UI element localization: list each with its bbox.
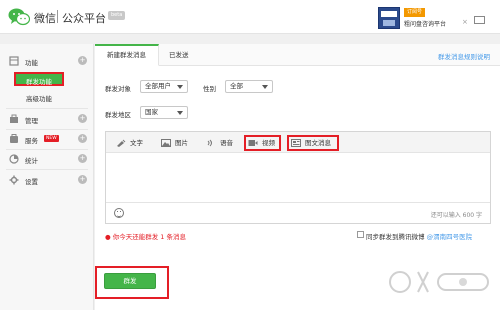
text-icon xyxy=(117,139,126,147)
sidebar-item-function[interactable]: 功能 + xyxy=(0,52,94,70)
expand-icon[interactable]: + xyxy=(78,56,87,65)
expand-icon[interactable]: + xyxy=(78,114,87,123)
voice-icon xyxy=(207,139,212,147)
sidebar-item-service[interactable]: 服务 NEW + xyxy=(0,130,94,148)
sidebar-item-label: 管理 xyxy=(25,117,38,125)
message-type-bar: 文字 图片 语音 视频 图文消息 xyxy=(106,132,490,153)
gender-select-value: 全部 xyxy=(230,82,243,90)
type-label: 图片 xyxy=(175,139,188,147)
chevron-down-icon xyxy=(177,85,183,89)
chevron-down-icon xyxy=(177,111,183,115)
function-icon xyxy=(9,56,19,66)
logo-text: 微信 xyxy=(34,12,56,25)
message-editor: 文字 图片 语音 视频 图文消息 还可以输入 600 字 xyxy=(105,131,491,224)
rules-link[interactable]: 群发消息规则说明 xyxy=(438,51,490,61)
sidebar-item-settings[interactable]: 设置 + xyxy=(0,171,94,189)
sync-label: 同步群发到腾讯微博 xyxy=(366,233,425,241)
expand-icon[interactable]: + xyxy=(78,154,87,163)
sidebar-item-label: 服务 xyxy=(25,137,38,145)
sidebar-divider xyxy=(6,169,88,170)
manage-icon xyxy=(10,114,18,123)
image-icon xyxy=(161,139,171,147)
sidebar-item-label: 群发功能 xyxy=(26,78,52,86)
region-label: 群发地区 xyxy=(105,111,131,119)
sidebar-divider xyxy=(6,108,88,109)
sidebar-item-advanced[interactable]: 高级功能 xyxy=(14,90,64,104)
emoji-icon[interactable] xyxy=(114,208,124,218)
target-select[interactable]: 全部用户 xyxy=(140,80,188,93)
type-label: 文字 xyxy=(130,139,143,147)
sync-weibo-option[interactable]: 同步群发到腾讯微博 @渭南四号医院 xyxy=(357,231,473,241)
type-label: 视频 xyxy=(262,139,275,147)
type-label: 图文消息 xyxy=(305,139,331,147)
chevron-down-icon xyxy=(262,85,268,89)
platform-text: 公众平台 xyxy=(62,12,106,25)
expand-icon[interactable]: + xyxy=(78,134,87,143)
tab-new-mass-message[interactable]: 新建群发消息 xyxy=(95,44,159,66)
sidebar-item-label: 功能 xyxy=(25,59,38,67)
gender-label: 性别 xyxy=(203,85,216,93)
editor-footer: 还可以输入 600 字 xyxy=(106,202,490,223)
target-label: 群发对象 xyxy=(105,85,131,93)
watermark-logo-icon xyxy=(389,271,489,293)
sidebar-item-label: 统计 xyxy=(25,157,38,165)
video-icon xyxy=(248,140,258,146)
sidebar: 功能 + 群发功能 高级功能 管理 + 服务 NEW + 统计 + 设置 + xyxy=(0,44,94,310)
sidebar-item-mass-send[interactable]: 群发功能 xyxy=(14,72,64,86)
sidebar-item-stats[interactable]: 统计 + xyxy=(0,150,94,168)
region-select[interactable]: 国家 xyxy=(140,106,188,119)
wechat-logo-icon xyxy=(8,8,30,26)
mail-icon[interactable] xyxy=(474,16,485,24)
tab-bar: 新建群发消息 已发送 群发消息规则说明 xyxy=(95,44,500,66)
stats-icon xyxy=(9,154,19,164)
expand-icon[interactable]: + xyxy=(78,175,87,184)
account-avatar[interactable] xyxy=(378,7,400,29)
sidebar-item-label: 设置 xyxy=(25,178,38,186)
type-label: 语音 xyxy=(220,139,233,147)
weibo-account-link[interactable]: @渭南四号医院 xyxy=(427,233,473,241)
sidebar-item-label: 高级功能 xyxy=(26,95,52,103)
send-limit-note: ● 你今天还能群发 1 条消息 xyxy=(105,233,187,241)
logout-icon[interactable]: × xyxy=(462,18,468,26)
account-type-badge: 订阅号 xyxy=(404,8,426,17)
sidebar-item-manage[interactable]: 管理 + xyxy=(0,110,94,128)
sync-checkbox[interactable] xyxy=(357,231,364,238)
service-icon xyxy=(10,134,18,143)
beta-tag: beta xyxy=(108,11,126,20)
top-bar: 微信 公众平台 beta 订阅号 粗问盘咨询平台 × xyxy=(0,0,500,34)
settings-icon xyxy=(9,175,19,185)
news-icon xyxy=(291,139,301,147)
account-name[interactable]: 粗问盘咨询平台 xyxy=(404,19,446,28)
new-badge: NEW xyxy=(44,135,59,142)
region-select-value: 国家 xyxy=(145,108,158,116)
logo-divider xyxy=(57,10,58,23)
tab-sent[interactable]: 已发送 xyxy=(157,44,201,66)
send-button[interactable]: 群发 xyxy=(104,273,156,289)
target-select-value: 全部用户 xyxy=(145,82,171,90)
gender-select[interactable]: 全部 xyxy=(225,80,273,93)
char-counter: 还可以输入 600 字 xyxy=(430,212,482,219)
